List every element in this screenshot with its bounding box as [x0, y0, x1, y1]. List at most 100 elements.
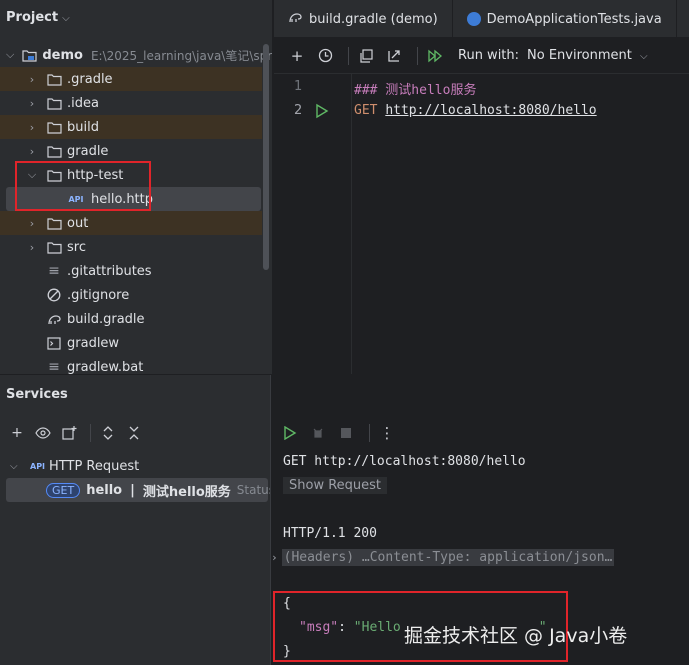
api-file-icon: API — [68, 194, 84, 204]
tree-item-gradle-dir[interactable]: › .gradle — [0, 67, 262, 91]
tree-item-label: out — [67, 215, 89, 231]
services-title: Services — [6, 387, 68, 402]
tree-item-gradle[interactable]: › gradle — [0, 139, 262, 163]
add-service-icon[interactable]: + — [6, 422, 28, 444]
json-brace-open: { — [283, 596, 291, 611]
debug-icon[interactable] — [307, 422, 329, 444]
chevron-right-icon[interactable]: › — [271, 551, 278, 564]
services-item-hello[interactable]: GET hello | 测试hello服务 Status: 2 — [6, 478, 291, 502]
new-tab-icon[interactable] — [58, 422, 80, 444]
tree-item-out[interactable]: › out — [0, 211, 262, 235]
folder-icon — [46, 96, 62, 110]
tree-item-label: .gitattributes — [67, 263, 152, 279]
project-title-label: Project — [6, 10, 59, 25]
tree-item-demo[interactable]: ⌵ demo E:\2025_learning\java\笔记\spring — [0, 43, 272, 67]
tab-demo-application-tests[interactable]: DemoApplicationTests.java — [453, 0, 677, 38]
convert-icon[interactable] — [383, 45, 405, 67]
collapse-all-icon[interactable] — [123, 422, 145, 444]
run-all-icon[interactable] — [424, 45, 446, 67]
tree-item-build[interactable]: › build — [0, 115, 262, 139]
chevron-right-icon[interactable]: › — [26, 241, 38, 254]
folder-icon — [22, 48, 37, 62]
response-request-line: GET http://localhost:8080/hello — [283, 454, 526, 469]
tree-item-idea[interactable]: › .idea — [0, 91, 262, 115]
chevron-down-icon[interactable]: ⌵ — [62, 13, 70, 24]
folder-icon — [46, 120, 62, 134]
request-url[interactable]: http://localhost:8080/hello — [385, 103, 596, 118]
run-with-selector[interactable]: Run with: No Environment ⌵ — [458, 48, 648, 63]
show-request-link[interactable]: Show Request — [283, 477, 388, 494]
tree-item-label: src — [67, 239, 86, 255]
show-request-label: Show Request — [283, 477, 388, 494]
tree-item-gradlew[interactable]: gradlew — [0, 331, 262, 355]
method-badge: GET — [46, 482, 81, 498]
tree-item-label: http-test — [67, 167, 124, 183]
tree-item-label: gradlew — [67, 335, 120, 351]
chevron-right-icon[interactable]: › — [26, 217, 38, 230]
terminal-file-icon — [46, 336, 62, 350]
chevron-right-icon[interactable]: › — [26, 97, 38, 110]
request-name: hello — [86, 482, 123, 498]
response-status-line: HTTP/1.1 200 — [283, 526, 377, 541]
json-key: "msg" — [299, 620, 339, 635]
json-brace-close: } — [283, 644, 291, 659]
line-number: 2 — [294, 103, 303, 118]
tab-build-gradle[interactable]: build.gradle (demo) — [274, 0, 453, 38]
tree-item-build-gradle[interactable]: build.gradle — [0, 307, 262, 331]
tree-item-gitignore[interactable]: .gitignore — [0, 283, 262, 307]
tree-item-gitattributes[interactable]: ≡ .gitattributes — [0, 259, 262, 283]
run-icon[interactable] — [279, 422, 301, 444]
run-request-icon[interactable] — [314, 103, 330, 119]
gradle-icon — [288, 11, 303, 28]
tree-item-label: demo — [42, 47, 83, 63]
run-with-label: Run with: — [458, 48, 520, 63]
chevron-down-icon[interactable]: ⌵ — [26, 168, 38, 182]
editor-tab-bar: build.gradle (demo) DemoApplicationTests… — [274, 0, 689, 38]
tab-label: build.gradle (demo) — [309, 11, 438, 27]
tree-item-label: .gradle — [67, 71, 113, 87]
chevron-down-icon[interactable]: ⌵ — [10, 461, 22, 472]
http-method: GET — [354, 103, 378, 118]
services-group-http-request[interactable]: ⌵ API HTTP Request — [0, 454, 139, 478]
tree-item-hello-http[interactable]: API hello.http — [6, 187, 261, 211]
environment-value: No Environment — [527, 48, 632, 63]
tree-item-label: .gitignore — [67, 287, 130, 303]
tree-item-label: .idea — [67, 95, 99, 111]
tree-item-label: build — [67, 119, 99, 135]
api-file-icon: API — [30, 461, 46, 471]
chevron-right-icon[interactable]: › — [26, 73, 38, 86]
project-panel: Project ⌵ ⌵ demo E:\2025_learning\java\笔记… — [0, 0, 272, 374]
project-panel-title[interactable]: Project ⌵ — [6, 10, 70, 25]
response-headers[interactable]: › (Headers) …Content-Type: application/js… — [271, 549, 615, 566]
watermark-text: 掘金技术社区 @ Java小卷 — [404, 625, 628, 647]
project-scrollbar[interactable] — [263, 44, 269, 270]
toolbar-divider — [417, 46, 418, 65]
add-request-button[interactable]: + — [286, 45, 308, 67]
eye-icon[interactable] — [32, 422, 54, 444]
folder-icon — [46, 72, 62, 86]
copy-icon[interactable] — [355, 45, 377, 67]
headers-summary: (Headers) …Content-Type: application/jso… — [281, 549, 615, 566]
chevron-down-icon[interactable]: ⌵ — [640, 51, 648, 62]
java-class-icon — [466, 12, 481, 26]
editor-gutter: 1 2 — [274, 74, 352, 374]
tree-item-src[interactable]: › src — [0, 235, 262, 259]
expand-all-icon[interactable] — [97, 422, 119, 444]
tab-label: DemoApplicationTests.java — [486, 11, 662, 27]
chevron-down-icon[interactable]: ⌵ — [6, 48, 14, 62]
tree-item-label: build.gradle — [67, 311, 145, 327]
folder-icon — [46, 144, 62, 158]
history-icon[interactable] — [314, 45, 336, 67]
chevron-right-icon[interactable]: › — [26, 121, 38, 134]
folder-icon — [46, 168, 62, 182]
tree-item-label: gradlew.bat — [67, 359, 144, 375]
http-editor-toolbar: + Run with: No Environment ⌵ — [274, 38, 689, 74]
tree-item-http-test[interactable]: ⌵ http-test — [0, 163, 262, 187]
chevron-right-icon[interactable]: › — [26, 145, 38, 158]
tree-item-gradlew-bat[interactable]: ≡ gradlew.bat — [0, 355, 262, 374]
code-editor[interactable]: ### 测试hello服务 GET http://localhost:8080/… — [354, 74, 689, 374]
stop-icon[interactable] — [335, 422, 357, 444]
folder-icon — [46, 240, 62, 254]
toolbar-divider — [90, 424, 91, 442]
more-options-icon[interactable]: ⋮ — [376, 422, 398, 444]
